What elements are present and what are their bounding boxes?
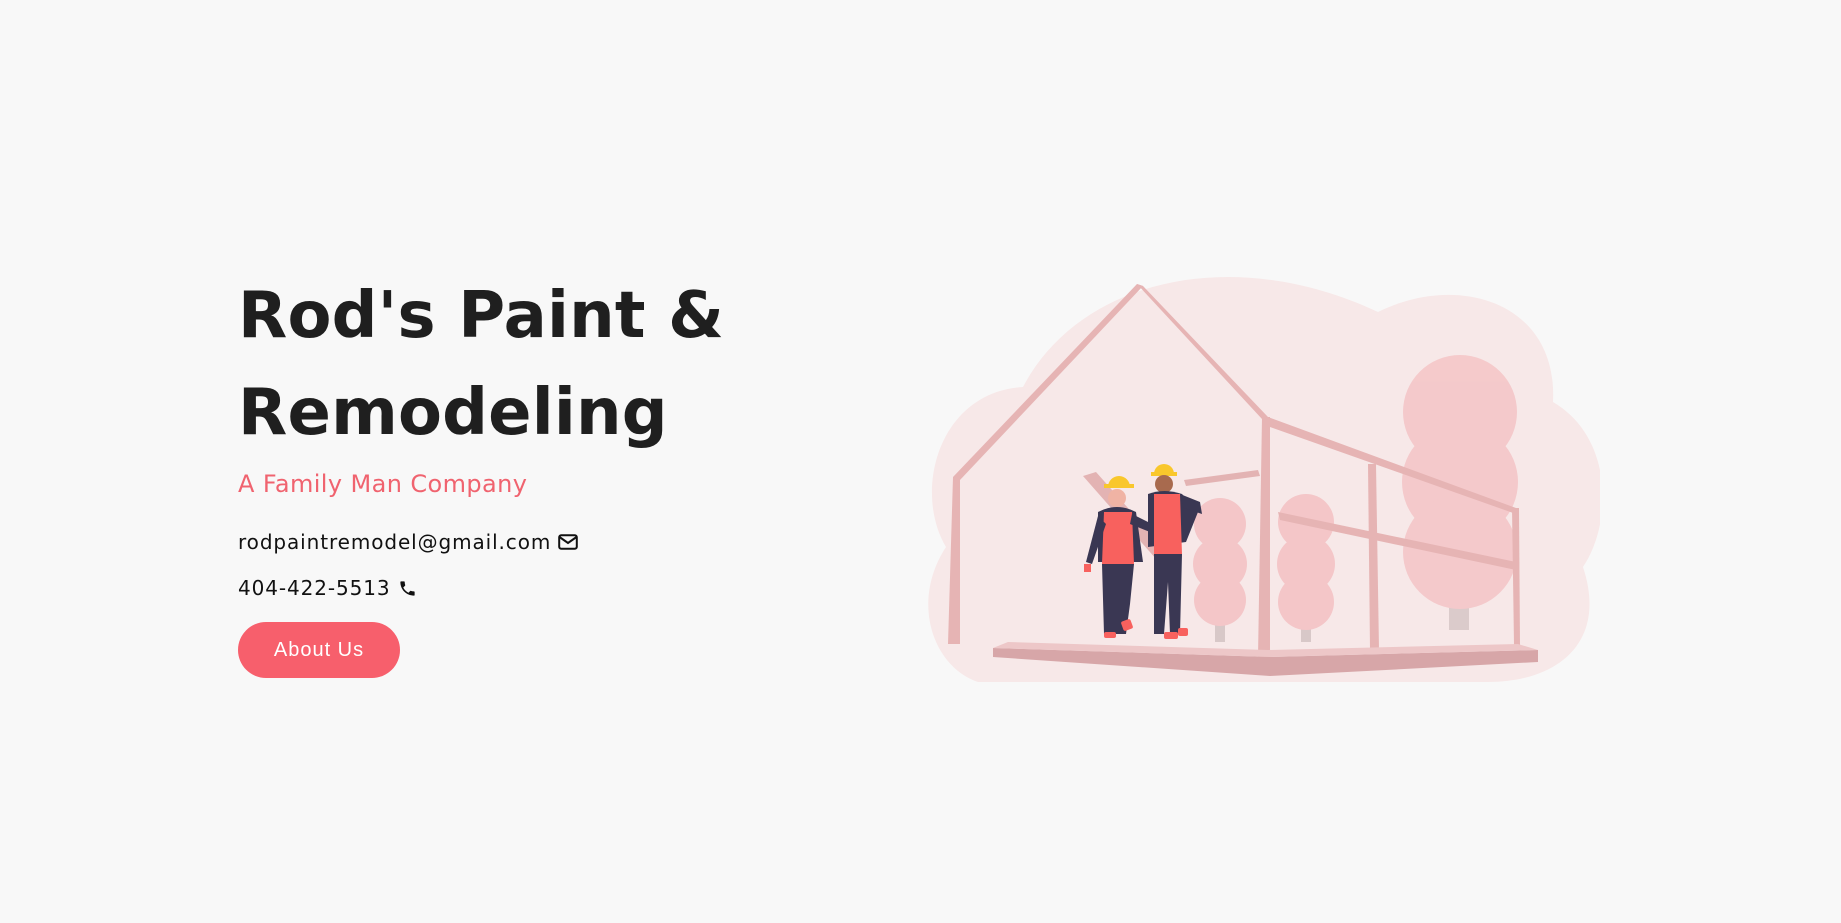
phone-icon bbox=[396, 577, 418, 599]
about-us-button[interactable]: About Us bbox=[238, 622, 400, 678]
title-line-2: Remodeling bbox=[238, 376, 668, 450]
email-text[interactable]: rodpaintremodel@gmail.com bbox=[238, 527, 551, 557]
email-contact[interactable]: rodpaintremodel@gmail.com bbox=[238, 527, 858, 557]
page-title: Rod's Paint & Remodeling bbox=[238, 268, 858, 462]
construction-illustration bbox=[918, 262, 1603, 690]
hero-text-block: Rod's Paint & Remodeling A Family Man Co… bbox=[238, 268, 858, 678]
envelope-icon bbox=[557, 531, 579, 553]
construction-illustration-svg bbox=[928, 276, 1603, 682]
phone-text[interactable]: 404-422-5513 bbox=[238, 573, 390, 603]
title-line-1: Rod's Paint & bbox=[238, 279, 725, 353]
tagline: A Family Man Company bbox=[238, 470, 528, 498]
phone-contact[interactable]: 404-422-5513 bbox=[238, 573, 858, 603]
hero-section: Rod's Paint & Remodeling A Family Man Co… bbox=[0, 0, 1841, 923]
